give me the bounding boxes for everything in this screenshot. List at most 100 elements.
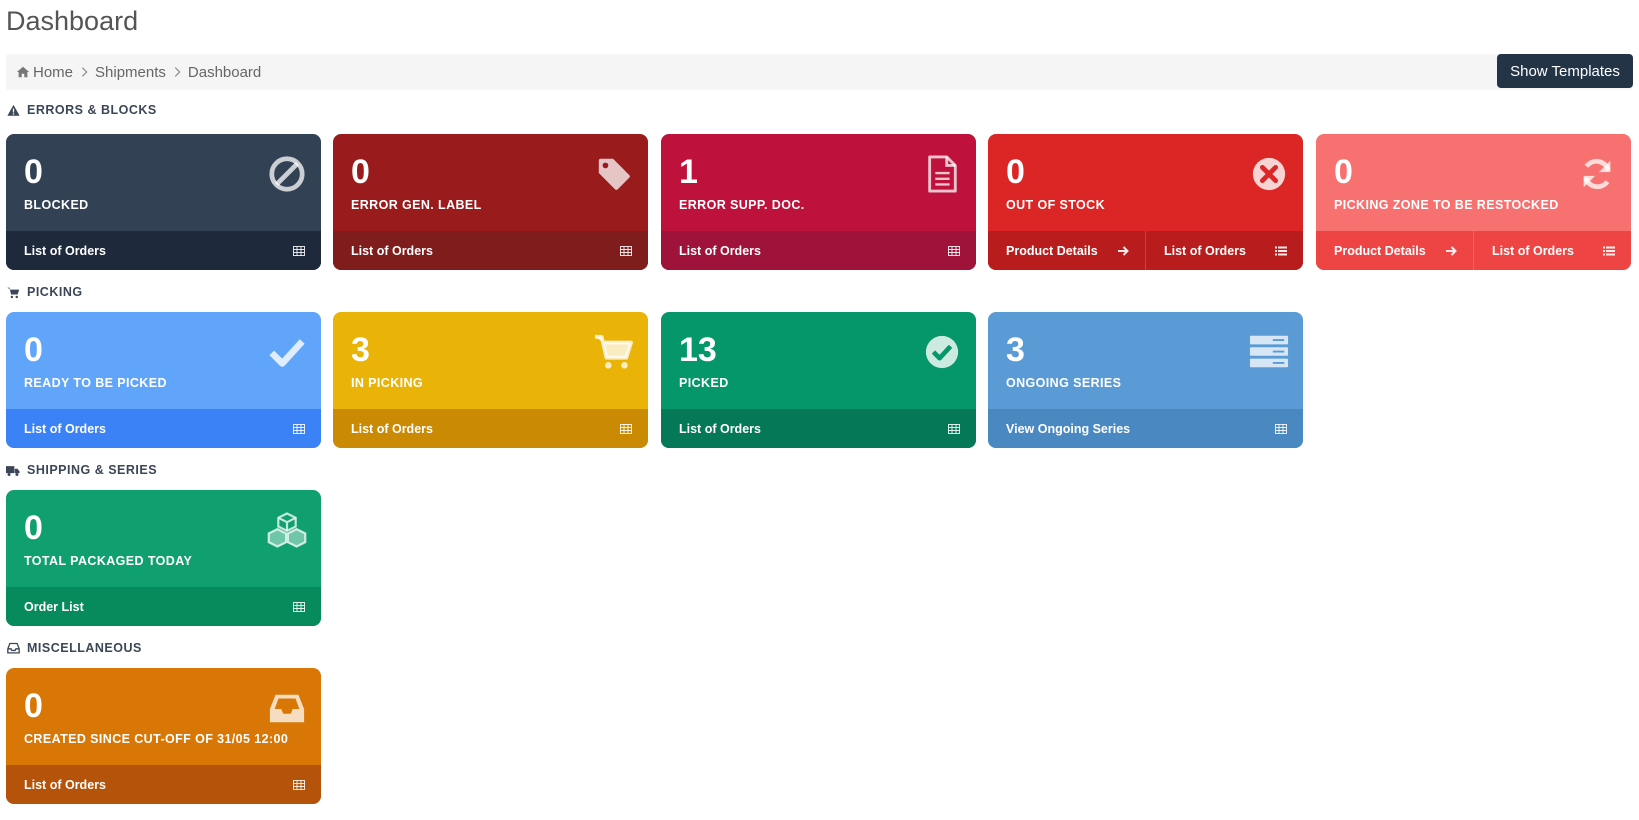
- card-in-picking: 3 IN PICKING List of Orders: [333, 312, 648, 448]
- cubes-icon: [267, 510, 307, 550]
- card-ongoing-series: 3 ONGOING SERIES View Ongoing Series: [988, 312, 1303, 448]
- cart-icon: [6, 285, 20, 299]
- chevron-right-icon: [77, 65, 91, 79]
- list-icon: [1275, 245, 1287, 257]
- section-header-picking: PICKING: [6, 285, 83, 299]
- breadcrumb-bar: Home Shipments Dashboard: [6, 54, 1633, 90]
- list-of-orders-link[interactable]: List of Orders: [6, 765, 321, 804]
- card-count: 0: [24, 153, 43, 191]
- section-title: SHIPPING & SERIES: [27, 463, 158, 477]
- table-icon: [293, 601, 305, 613]
- view-ongoing-series-link[interactable]: View Ongoing Series: [988, 409, 1303, 448]
- page-title: Dashboard: [6, 6, 139, 36]
- table-icon: [620, 423, 632, 435]
- card-count: 0: [351, 153, 370, 191]
- check-icon: [267, 332, 307, 372]
- link-label: List of Orders: [24, 421, 106, 436]
- list-icon: [1603, 245, 1615, 257]
- card-count: 0: [24, 509, 43, 547]
- check-circle-icon: [922, 332, 962, 372]
- table-icon: [620, 245, 632, 257]
- card-label: PICKING ZONE TO BE RESTOCKED: [1334, 198, 1559, 212]
- link-label: List of Orders: [1164, 243, 1246, 258]
- card-picked: 13 PICKED List of Orders: [661, 312, 976, 448]
- section-title: PICKING: [27, 285, 83, 299]
- card-label: CREATED SINCE CUT-OFF OF 31/05 12:00: [24, 732, 289, 746]
- link-label: List of Orders: [24, 243, 106, 258]
- card-label: BLOCKED: [24, 198, 89, 212]
- link-label: View Ongoing Series: [1006, 421, 1131, 436]
- section-title: MISCELLANEOUS: [27, 641, 142, 655]
- card-label: READY TO BE PICKED: [24, 376, 167, 390]
- list-of-orders-link[interactable]: List of Orders: [1145, 231, 1303, 270]
- link-label: List of Orders: [24, 777, 106, 792]
- table-icon: [1275, 423, 1287, 435]
- card-count: 13: [679, 331, 717, 369]
- list-of-orders-link[interactable]: List of Orders: [6, 231, 321, 270]
- card-count: 0: [24, 331, 43, 369]
- tag-icon: [594, 154, 634, 194]
- product-details-link[interactable]: Product Details: [988, 231, 1145, 270]
- table-icon: [293, 423, 305, 435]
- home-icon: [16, 65, 30, 79]
- card-label: PICKED: [679, 376, 729, 390]
- server-icon: [1249, 332, 1289, 372]
- section-header-shipping: SHIPPING & SERIES: [6, 463, 157, 477]
- product-details-link[interactable]: Product Details: [1316, 231, 1473, 270]
- refresh-icon: [1577, 154, 1617, 194]
- table-icon: [293, 245, 305, 257]
- card-label: TOTAL PACKAGED TODAY: [24, 554, 193, 568]
- card-label: ERROR SUPP. DOC.: [679, 198, 805, 212]
- card-label: IN PICKING: [351, 376, 424, 390]
- section-title: ERRORS & BLOCKS: [27, 103, 157, 117]
- link-label: Product Details: [1334, 243, 1426, 258]
- card-out-of-stock: 0 OUT OF STOCK Product Details List of O…: [988, 134, 1303, 270]
- list-of-orders-link[interactable]: List of Orders: [1473, 231, 1631, 270]
- link-label: Product Details: [1006, 243, 1098, 258]
- warning-icon: [6, 103, 20, 117]
- table-icon: [948, 423, 960, 435]
- inbox-icon: [267, 688, 307, 728]
- section-header-errors: ERRORS & BLOCKS: [6, 103, 157, 117]
- card-label: ONGOING SERIES: [1006, 376, 1122, 390]
- document-icon: [922, 154, 962, 194]
- list-of-orders-link[interactable]: List of Orders: [661, 409, 976, 448]
- arrow-right-icon: [1117, 245, 1129, 257]
- list-of-orders-link[interactable]: List of Orders: [6, 409, 321, 448]
- inbox-icon: [6, 641, 20, 655]
- card-error-gen-label: 0 ERROR GEN. LABEL List of Orders: [333, 134, 648, 270]
- card-count: 1: [679, 153, 698, 191]
- card-count: 0: [1334, 153, 1353, 191]
- list-of-orders-link[interactable]: List of Orders: [333, 409, 648, 448]
- card-error-supp-doc: 1 ERROR SUPP. DOC. List of Orders: [661, 134, 976, 270]
- card-count: 3: [351, 331, 370, 369]
- breadcrumb-home-link[interactable]: Home: [33, 64, 73, 81]
- list-of-orders-link[interactable]: List of Orders: [661, 231, 976, 270]
- card-count: 0: [24, 687, 43, 725]
- table-icon: [293, 779, 305, 791]
- truck-icon: [6, 463, 20, 477]
- link-label: List of Orders: [679, 421, 761, 436]
- card-created-since-cutoff: 0 CREATED SINCE CUT-OFF OF 31/05 12:00 L…: [6, 668, 321, 804]
- card-total-packaged-today: 0 TOTAL PACKAGED TODAY Order List: [6, 490, 321, 626]
- section-header-misc: MISCELLANEOUS: [6, 641, 142, 655]
- breadcrumb-shipments-link[interactable]: Shipments: [95, 64, 166, 81]
- card-picking-zone-restock: 0 PICKING ZONE TO BE RESTOCKED Product D…: [1316, 134, 1631, 270]
- breadcrumb: Home Shipments Dashboard: [16, 54, 261, 90]
- table-icon: [948, 245, 960, 257]
- card-blocked: 0 BLOCKED List of Orders: [6, 134, 321, 270]
- chevron-right-icon: [170, 65, 184, 79]
- link-label: List of Orders: [1492, 243, 1574, 258]
- times-circle-icon: [1249, 154, 1289, 194]
- ban-icon: [267, 154, 307, 194]
- order-list-link[interactable]: Order List: [6, 587, 321, 626]
- card-ready-to-be-picked: 0 READY TO BE PICKED List of Orders: [6, 312, 321, 448]
- show-templates-button[interactable]: Show Templates: [1497, 54, 1633, 88]
- list-of-orders-link[interactable]: List of Orders: [333, 231, 648, 270]
- arrow-right-icon: [1445, 245, 1457, 257]
- card-label: ERROR GEN. LABEL: [351, 198, 482, 212]
- link-label: List of Orders: [679, 243, 761, 258]
- card-label: OUT OF STOCK: [1006, 198, 1106, 212]
- link-label: List of Orders: [351, 243, 433, 258]
- breadcrumb-current: Dashboard: [187, 63, 262, 81]
